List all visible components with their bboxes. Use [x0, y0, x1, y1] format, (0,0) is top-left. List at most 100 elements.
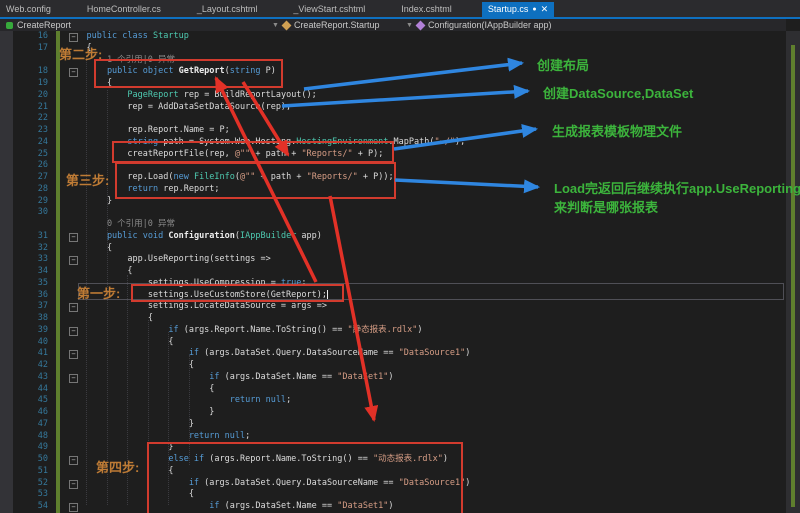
- code-text: 0 个引用|0 异常: [66, 219, 175, 231]
- vertical-scrollbar[interactable]: [786, 31, 800, 513]
- code-line-21[interactable]: 21 rep = AddDataSetDataSource(rep);: [0, 102, 786, 114]
- line-number: 19: [12, 78, 48, 90]
- code-line-30[interactable]: 30: [0, 207, 786, 219]
- code-editor[interactable]: 16− public class Startup17 { 1 个引用|0 异常1…: [0, 31, 786, 513]
- editor-tab-homecontroller-cs[interactable]: HomeController.cs: [81, 2, 167, 17]
- code-text: {: [66, 243, 112, 255]
- visual-studio-editor-window: Web.config HomeController.cs _Layout.cshtm…: [0, 0, 800, 513]
- annotation-box-1: [94, 59, 283, 88]
- code-line-44[interactable]: 44 {: [0, 384, 786, 396]
- line-number: 21: [12, 102, 48, 114]
- line-number: 31: [12, 231, 48, 243]
- line-number: 32: [12, 243, 48, 255]
- code-line-40[interactable]: 40 {: [0, 337, 786, 349]
- code-text: }: [66, 419, 194, 431]
- line-number: 48: [12, 431, 48, 443]
- close-icon[interactable]: ✕: [541, 2, 549, 17]
- code-text: PageReport rep = BuildReportLayout();: [66, 90, 317, 102]
- code-line-47[interactable]: 47 }: [0, 419, 786, 431]
- code-line-39[interactable]: 39− if (args.Report.Name.ToString() == "…: [0, 325, 786, 337]
- code-line-31[interactable]: 31− public void Configuration(IAppBuilde…: [0, 231, 786, 243]
- line-number: 53: [12, 489, 48, 501]
- note-label-4: Load完返回后继续执行app.UseReporting: [554, 178, 800, 197]
- project-icon: [6, 22, 13, 29]
- line-number: 17: [12, 43, 48, 55]
- code-line-42[interactable]: 42 {: [0, 360, 786, 372]
- code-text: {: [66, 384, 214, 396]
- code-line-43[interactable]: 43− if (args.DataSet.Name == "DataSet1"): [0, 372, 786, 384]
- code-line-38[interactable]: 38 {: [0, 313, 786, 325]
- code-line-48[interactable]: 48 return null;: [0, 431, 786, 443]
- chevron-down-icon[interactable]: ▼: [272, 22, 279, 29]
- code-text: rep = AddDataSetDataSource(rep);: [66, 102, 291, 114]
- line-number: 33: [12, 254, 48, 266]
- breadcrumb-project-label: CreateReport: [17, 20, 71, 30]
- note-label-1: 创建布局: [537, 55, 589, 74]
- code-line-16[interactable]: 16− public class Startup: [0, 31, 786, 43]
- code-line-33[interactable]: 33− app.UseReporting(settings =>: [0, 254, 786, 266]
- line-number: 49: [12, 442, 48, 454]
- line-number: 52: [12, 478, 48, 490]
- code-text: public void Configuration(IAppBuilder ap…: [66, 231, 322, 243]
- line-number: 39: [12, 325, 48, 337]
- line-number: 50: [12, 454, 48, 466]
- note-label-2: 创建DataSource,DataSet: [543, 83, 693, 102]
- tab-label: Startup.cs: [488, 2, 529, 17]
- chevron-down-icon[interactable]: ▼: [406, 22, 413, 29]
- line-number: 27: [12, 172, 48, 184]
- editor-tab--viewstart-cshtml[interactable]: _ViewStart.cshtml: [287, 2, 371, 17]
- note-label-5: 来判断是哪张报表: [554, 197, 658, 216]
- code-line-37[interactable]: 37− settings.LocateDataSource = args =>: [0, 301, 786, 313]
- annotation-box-4: [131, 284, 344, 302]
- annotation-box-5: [147, 442, 463, 513]
- code-text: app.UseReporting(settings =>: [66, 254, 271, 266]
- editor-tab-index-cshtml[interactable]: Index.cshtml: [395, 2, 458, 17]
- code-line-34[interactable]: 34 {: [0, 266, 786, 278]
- breadcrumb-member-label: Configuration(IAppBuilder app): [428, 20, 552, 30]
- code-text: {: [66, 266, 133, 278]
- scrollbar-change-marks: [791, 45, 795, 507]
- line-number: 24: [12, 137, 48, 149]
- annotation-box-3: [115, 162, 396, 199]
- line-number: 16: [12, 31, 48, 43]
- code-text: if (args.Report.Name.ToString() == "静态报表…: [66, 325, 422, 337]
- tab-label: Web.config: [6, 4, 51, 14]
- code-text: }: [66, 196, 112, 208]
- breadcrumb-type[interactable]: ▼ CreateReport.Startup: [272, 19, 379, 31]
- line-number: 28: [12, 184, 48, 196]
- line-number: 25: [12, 149, 48, 161]
- line-number: 36: [12, 290, 48, 302]
- editor-tab--layout-cshtml[interactable]: _Layout.cshtml: [191, 2, 264, 17]
- code-line-46[interactable]: 46 }: [0, 407, 786, 419]
- line-number: 20: [12, 90, 48, 102]
- breadcrumb-member[interactable]: ▼ Configuration(IAppBuilder app): [406, 19, 552, 31]
- line-number: 51: [12, 466, 48, 478]
- code-text: if (args.DataSet.Query.DataSourceName ==…: [66, 348, 470, 360]
- navigation-breadcrumb-bar: CreateReport ▼ CreateReport.Startup ▼ Co…: [0, 19, 786, 31]
- line-number: 22: [12, 113, 48, 125]
- tab-label: HomeController.cs: [87, 4, 161, 14]
- codelens-row[interactable]: 0 个引用|0 异常: [0, 219, 786, 231]
- editor-tab-web-config[interactable]: Web.config: [0, 2, 57, 17]
- line-number: 42: [12, 360, 48, 372]
- line-number: 41: [12, 348, 48, 360]
- code-line-17[interactable]: 17 {: [0, 43, 786, 55]
- code-line-45[interactable]: 45 return null;: [0, 395, 786, 407]
- tab-label: _Layout.cshtml: [197, 4, 258, 14]
- line-number: 30: [12, 207, 48, 219]
- annotation-box-2: [112, 141, 394, 163]
- code-line-41[interactable]: 41− if (args.DataSet.Query.DataSourceNam…: [0, 348, 786, 360]
- code-text: settings.LocateDataSource = args =>: [66, 301, 327, 313]
- code-text: return null;: [66, 431, 250, 443]
- line-number: 18: [12, 66, 48, 78]
- step-label-3: 第一步:: [77, 283, 120, 302]
- code-text: {: [66, 360, 194, 372]
- line-number: 35: [12, 278, 48, 290]
- line-number: 29: [12, 196, 48, 208]
- editor-tab-startup-cs[interactable]: Startup.cs●✕: [482, 2, 554, 17]
- method-icon: [415, 20, 425, 30]
- breadcrumb-project[interactable]: CreateReport: [6, 19, 71, 31]
- note-label-3: 生成报表模板物理文件: [552, 121, 682, 140]
- code-line-32[interactable]: 32 {: [0, 243, 786, 255]
- code-text: if (args.DataSet.Name == "DataSet1"): [66, 372, 394, 384]
